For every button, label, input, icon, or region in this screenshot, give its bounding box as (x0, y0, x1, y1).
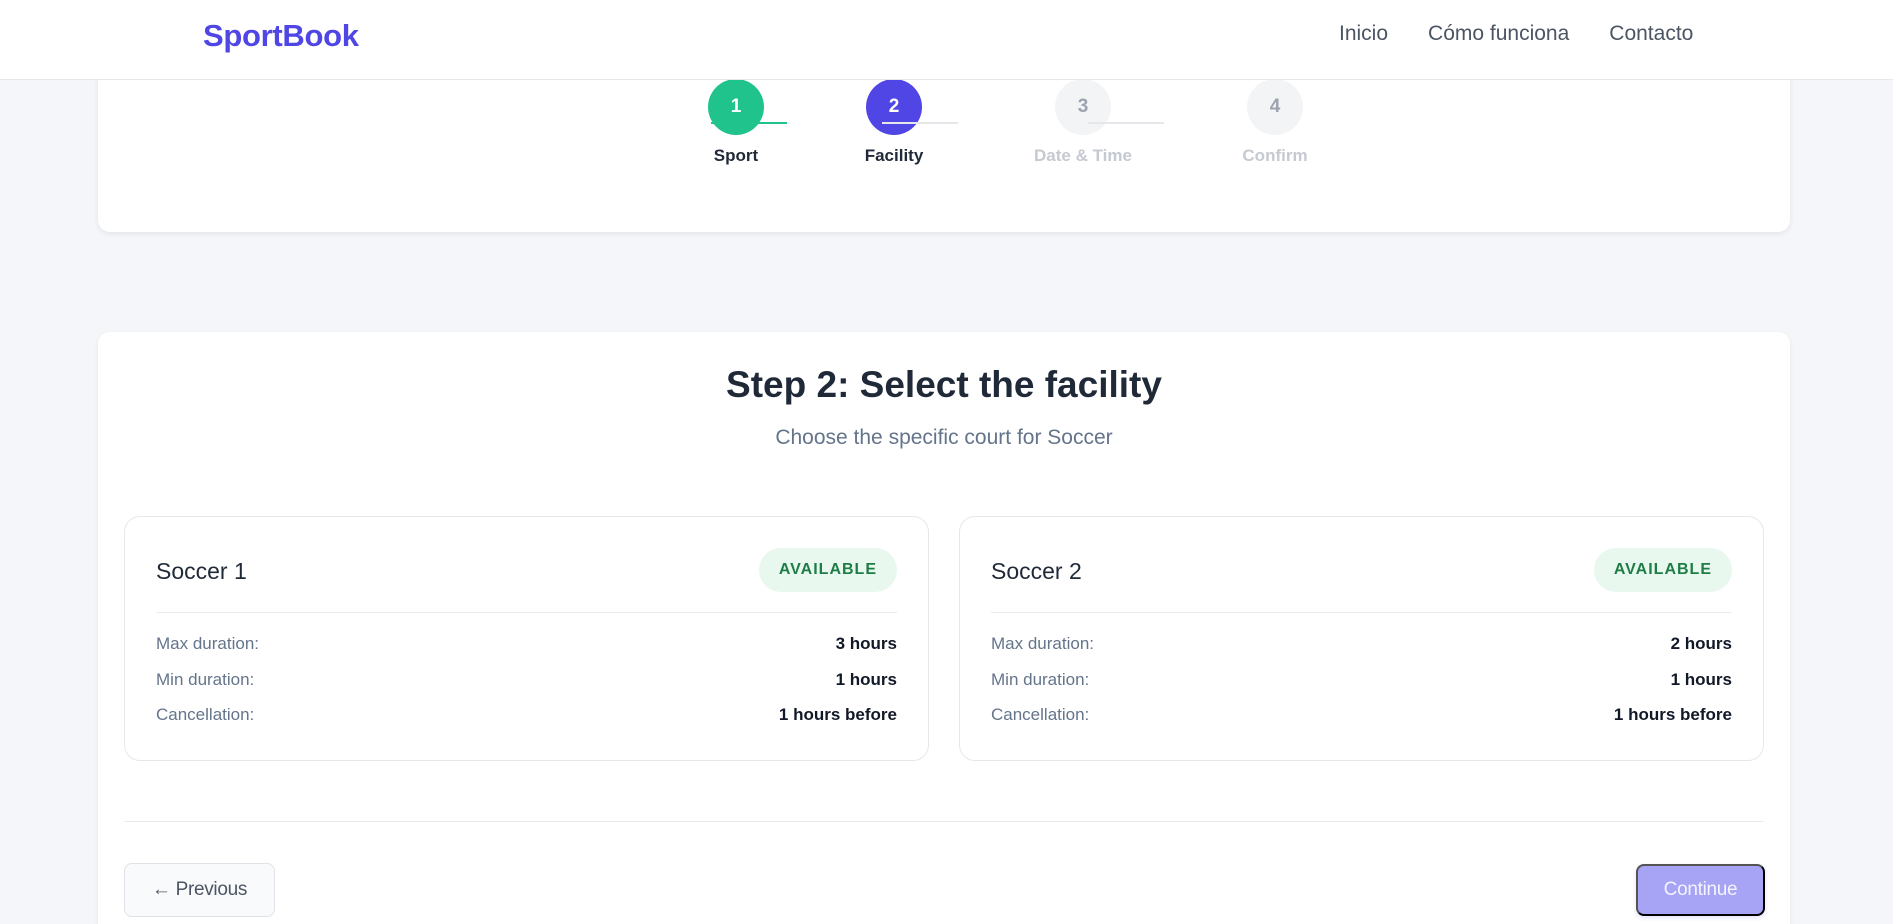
brand-logo[interactable]: SportBook (203, 18, 359, 54)
status-badge: AVAILABLE (758, 548, 897, 592)
detail-value: 2 hours (1670, 634, 1732, 653)
facility-selection-card: Step 2: Select the facility Choose the s… (98, 332, 1790, 924)
detail-label: Min duration: (991, 670, 1090, 689)
page-subtitle: Choose the specific court for Soccer (775, 426, 1113, 449)
detail-row-max-duration: Max duration: 2 hours (991, 634, 1732, 654)
divider (156, 612, 897, 613)
step-connector-completed (711, 122, 787, 124)
continue-button[interactable]: Continue (1636, 864, 1765, 916)
detail-value: 3 hours (835, 634, 897, 653)
step-label: Confirm (1242, 146, 1308, 165)
previous-button[interactable]: ← Previous (124, 863, 275, 917)
nav-link-como-funciona[interactable]: Cómo funciona (1428, 22, 1569, 46)
nav-link-inicio[interactable]: Inicio (1339, 22, 1388, 46)
footer-divider (124, 821, 1764, 822)
detail-row-min-duration: Min duration: 1 hours (991, 670, 1732, 690)
main-nav: Inicio Cómo funciona Contacto (1339, 22, 1693, 46)
detail-row-max-duration: Max duration: 3 hours (156, 634, 897, 654)
detail-value: 1 hours (1670, 670, 1732, 689)
page-title: Step 2: Select the facility (726, 364, 1162, 405)
detail-row-cancellation: Cancellation: 1 hours before (991, 705, 1732, 725)
step-number-badge: 3 (1055, 79, 1111, 135)
step-label: Sport (713, 146, 759, 165)
step-confirm: 4 Confirm (1215, 79, 1335, 166)
status-badge: AVAILABLE (1593, 548, 1732, 592)
detail-label: Cancellation: (991, 705, 1090, 724)
step-connector (1088, 122, 1164, 124)
facility-name: Soccer 2 (991, 558, 1082, 584)
progress-stepper: 1 Sport 2 Facility 3 Date & Time 4 Confi… (98, 60, 1790, 232)
facility-name: Soccer 1 (156, 558, 247, 584)
detail-label: Min duration: (156, 670, 255, 689)
step-label: Date & Time (1034, 146, 1132, 165)
detail-value: 1 hours (835, 670, 897, 689)
detail-label: Cancellation: (156, 705, 255, 724)
step-number-badge: 1 (708, 79, 764, 135)
step-label: Facility (864, 146, 924, 165)
nav-link-contacto[interactable]: Contacto (1609, 22, 1693, 46)
detail-label: Max duration: (991, 634, 1094, 653)
step-number-badge: 2 (866, 79, 922, 135)
detail-row-min-duration: Min duration: 1 hours (156, 670, 897, 690)
step-connector (882, 122, 958, 124)
top-header: SportBook Inicio Cómo funciona Contacto (0, 0, 1893, 80)
divider (991, 612, 1732, 613)
facility-card-soccer-2[interactable]: Soccer 2 AVAILABLE Max duration: 2 hours… (959, 516, 1764, 761)
detail-label: Max duration: (156, 634, 259, 653)
detail-value: 1 hours before (778, 705, 897, 724)
detail-value: 1 hours before (1613, 705, 1732, 724)
facility-card-soccer-1[interactable]: Soccer 1 AVAILABLE Max duration: 3 hours… (124, 516, 929, 761)
detail-row-cancellation: Cancellation: 1 hours before (156, 705, 897, 725)
step-number-badge: 4 (1247, 79, 1303, 135)
